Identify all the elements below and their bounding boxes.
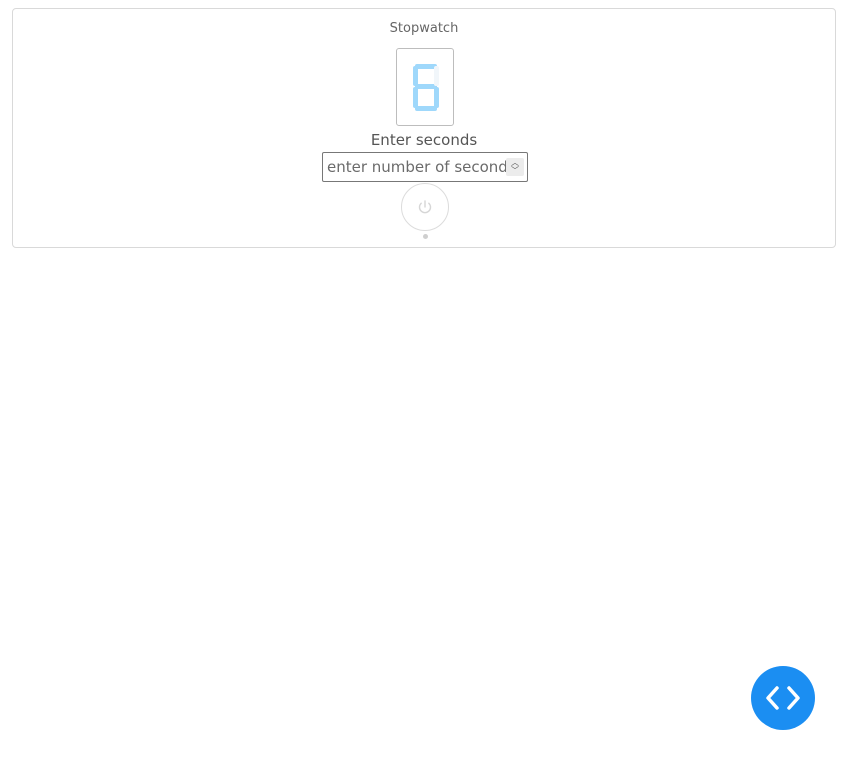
spinner-arrows-icon[interactable]: ︿ ﹀: [506, 158, 524, 176]
code-fab-button[interactable]: [751, 666, 815, 730]
power-button[interactable]: [401, 183, 449, 231]
seconds-input-wrapper[interactable]: ︿﹀: [322, 152, 528, 182]
status-dot: [423, 234, 428, 239]
stopwatch-title: Stopwatch: [389, 21, 459, 36]
seconds-label: Enter seconds: [370, 131, 478, 149]
stopwatch-card: Stopwatch Enter seconds ︿﹀: [12, 8, 836, 248]
digit-display: [396, 48, 454, 126]
seven-segment-digit: [413, 64, 439, 111]
code-icon: [766, 686, 800, 710]
power-icon: [418, 200, 432, 214]
seconds-input[interactable]: [323, 153, 507, 181]
